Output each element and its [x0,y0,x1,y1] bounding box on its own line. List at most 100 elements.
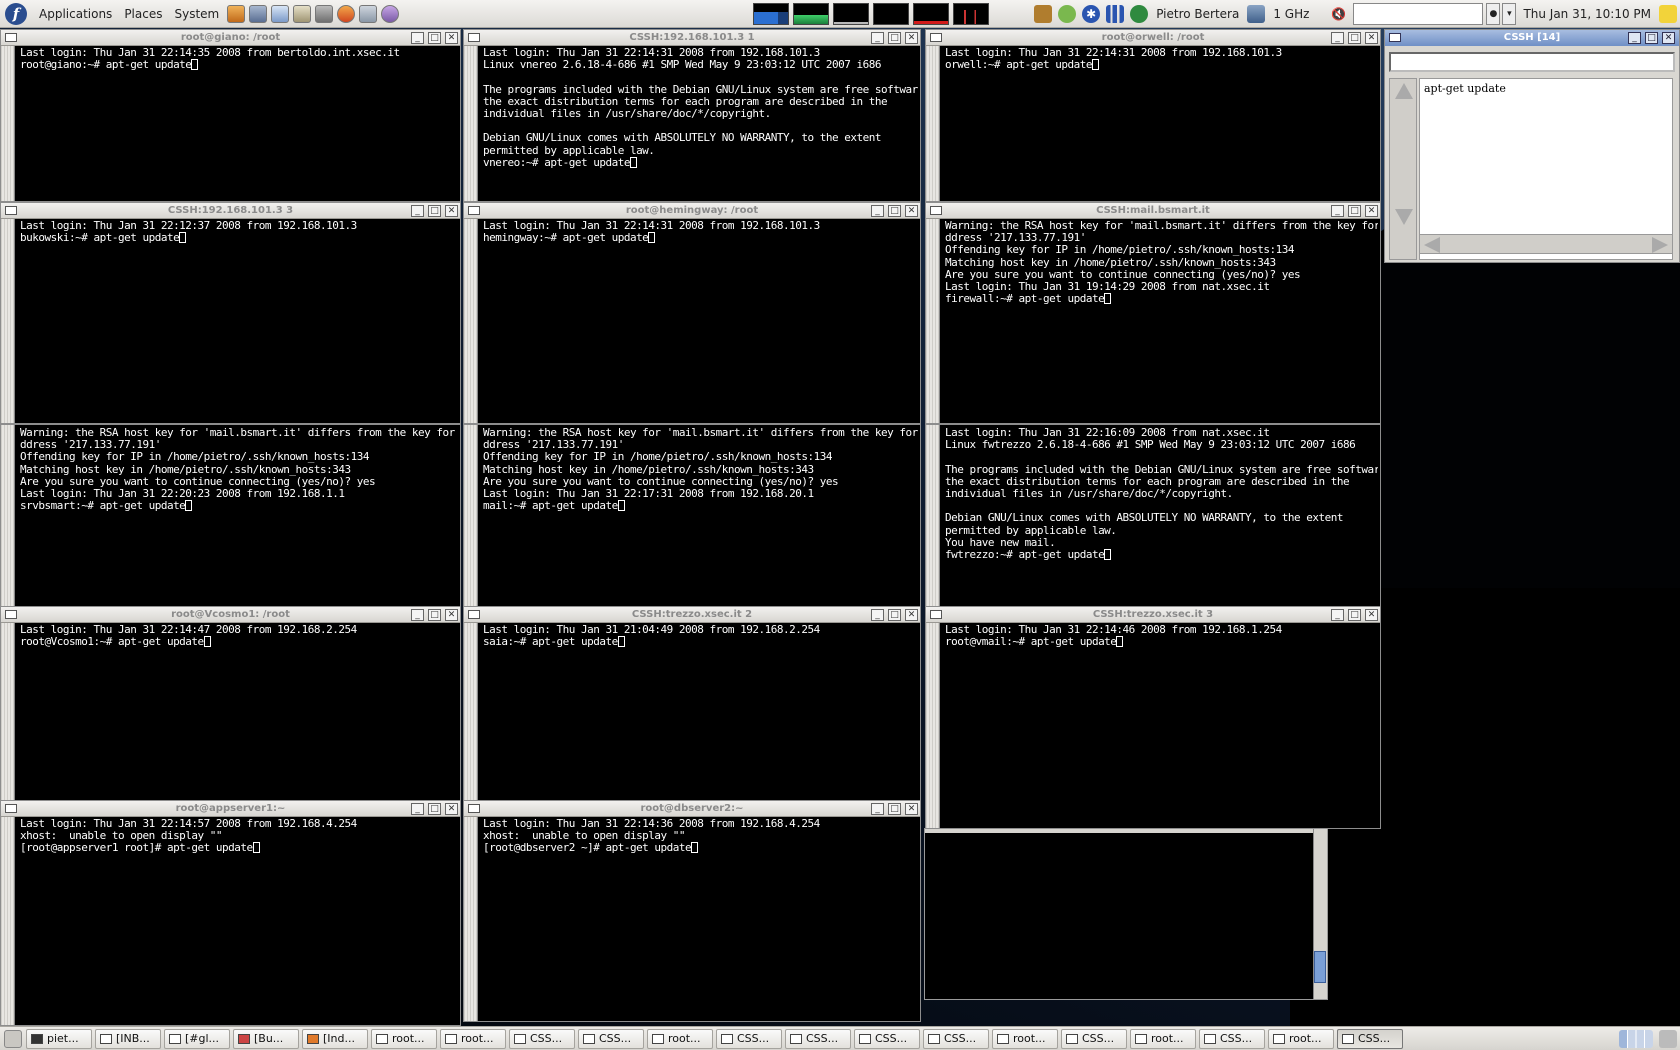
maximize-icon[interactable]: □ [888,32,901,44]
window-menu-icon[interactable] [468,33,480,42]
terminal-window[interactable]: CSSH:trezzo.xsec.it 2 _ □ ✕ Last login: Thu … [463,606,921,801]
close-icon[interactable]: ✕ [1365,609,1378,621]
launcher-pidgin-icon[interactable] [381,4,400,23]
launcher-firefox-icon[interactable] [337,4,356,23]
terminal-titlebar[interactable]: CSSH:trezzo.xsec.it 3 _ □ ✕ [926,607,1380,623]
taskbar-button[interactable]: root... [992,1028,1058,1049]
network-monitor-icon[interactable] [833,2,870,25]
terminal-scrollbar[interactable] [926,623,940,828]
window-menu-icon[interactable] [468,206,480,215]
close-icon[interactable]: ✕ [1365,32,1378,44]
terminal-titlebar[interactable]: root@orwell: /root _ □ ✕ [926,30,1380,46]
terminal-scrollbar[interactable] [464,219,478,423]
clock[interactable]: Thu Jan 31, 10:10 PM [1523,7,1651,21]
window-menu-icon[interactable] [1389,33,1401,42]
window-menu-icon[interactable] [930,33,942,42]
close-icon[interactable]: ✕ [445,32,458,44]
terminal-output[interactable]: Warning: the RSA host key for 'mail.bsma… [945,220,1378,423]
terminal-titlebar[interactable]: root@dbserver2:~ _ □ ✕ [464,801,920,817]
memory-monitor-icon[interactable] [793,2,830,25]
volume-icon[interactable]: 🔇 [1329,5,1347,23]
terminal-scrollbar[interactable] [926,219,940,423]
cpu-frequency-icon[interactable] [1247,4,1266,23]
terminal-titlebar[interactable]: root@appserver1:~ _ □ ✕ [1,801,460,817]
terminal-titlebar[interactable]: CSSH:mail.bsmart.it _ □ ✕ [926,203,1380,219]
taskbar-button[interactable]: CSS... [923,1028,989,1049]
close-icon[interactable]: ✕ [445,205,458,217]
maximize-icon[interactable]: □ [428,803,441,815]
taskbar-button[interactable]: CSS... [854,1028,920,1049]
cssh-horizontal-scrollbar[interactable] [1419,234,1673,254]
network-manager-icon[interactable] [1058,4,1077,23]
workspace-switcher[interactable] [1619,1029,1653,1048]
terminal-scrollbar[interactable] [1,46,15,201]
terminal-titlebar[interactable]: CSSH:192.168.101.3 3 _ □ ✕ [1,203,460,219]
taskbar-button[interactable]: CSS... [785,1028,851,1049]
terminal-window[interactable]: root@hemingway: /root _ □ ✕ Last login: Thu … [463,202,921,424]
terminal-output[interactable]: Last login: Thu Jan 31 22:14:35 2008 fro… [20,47,458,201]
minimize-icon[interactable]: _ [411,205,424,217]
close-icon[interactable]: ✕ [1365,205,1378,217]
taskbar-button[interactable]: root... [371,1028,437,1049]
terminal-output[interactable]: Last login: Thu Jan 31 22:14:46 2008 fro… [945,624,1378,828]
window-menu-icon[interactable] [930,206,942,215]
terminal-window[interactable]: CSSH:trezzo.xsec.it 3 _ □ ✕ Last login: Thu … [925,606,1381,829]
terminal-window[interactable]: root@dbserver2:~ _ □ ✕ Last login: Thu Jan 3… [463,800,921,1022]
window-menu-icon[interactable] [5,206,17,215]
terminal-output[interactable]: Last login: Thu Jan 31 22:14:31 2008 fro… [483,47,918,201]
terminal-titlebar[interactable]: root@giano: /root _ □ ✕ [1,30,460,46]
terminal-window[interactable]: root@giano: /root _ □ ✕ Last login: Thu Jan … [0,29,461,202]
user-status-icon[interactable] [1130,4,1149,23]
taskbar-button[interactable]: CSS... [716,1028,782,1049]
system-menu[interactable]: System [168,7,225,21]
taskbar-button[interactable]: [#gl... [164,1028,230,1049]
minimize-icon[interactable]: _ [411,32,424,44]
minimize-icon[interactable]: _ [871,803,884,815]
launcher-terminal-icon[interactable] [315,4,334,23]
taskbar-button[interactable]: CSS... [1199,1028,1265,1049]
scrollbar-thumb[interactable] [1314,951,1326,983]
minimize-icon[interactable]: _ [411,609,424,621]
minimize-icon[interactable]: _ [1331,609,1344,621]
user-name[interactable]: Pietro Bertera [1156,7,1239,21]
swap-monitor-icon[interactable] [873,2,910,25]
terminal-scrollbar[interactable] [1,219,15,423]
terminal-scrollbar[interactable] [926,46,940,201]
taskbar-button[interactable]: CSS... [1337,1028,1403,1049]
taskbar-button[interactable]: [Bu... [233,1028,299,1049]
taskbar-button[interactable]: [Ind... [302,1028,368,1049]
record-button[interactable]: ● [1486,2,1501,25]
launcher-editor-icon[interactable] [359,4,378,23]
dropdown-arrow-icon[interactable]: ▾ [1502,2,1517,25]
package-updater-icon[interactable] [1034,4,1053,23]
minimize-icon[interactable]: _ [1331,205,1344,217]
scroll-right-arrow-icon[interactable] [1652,237,1668,253]
minimize-icon[interactable]: _ [871,205,884,217]
launcher-computer-icon[interactable] [249,4,268,23]
close-icon[interactable]: ✕ [445,609,458,621]
notes-icon[interactable] [1659,4,1677,23]
launcher-applications-icon[interactable] [227,4,246,23]
close-icon[interactable]: ✕ [1662,32,1675,44]
minimize-icon[interactable]: _ [871,609,884,621]
terminal-window[interactable]: Warning: the RSA host key for 'mail.bsma… [0,424,461,608]
maximize-icon[interactable]: □ [1645,32,1658,44]
terminal-window[interactable]: CSSH:192.168.101.3 3 _ □ ✕ Last login: Thu J… [0,202,461,424]
terminal-window[interactable]: root@Vcosmo1: /root _ □ ✕ Last login: Thu Ja… [0,606,461,801]
window-menu-icon[interactable] [930,610,942,619]
terminal-window[interactable]: Warning: the RSA host key for 'mail.bsma… [463,424,921,608]
window-menu-icon[interactable] [5,804,17,813]
cssh-history-text[interactable]: apt-get update [1419,78,1673,260]
terminal-scrollbar[interactable] [464,623,478,800]
places-menu[interactable]: Places [118,7,168,21]
window-menu-icon[interactable] [5,610,17,619]
taskbar-button[interactable]: root... [440,1028,506,1049]
taskbar-button[interactable]: root... [647,1028,713,1049]
close-icon[interactable]: ✕ [905,609,918,621]
maximize-icon[interactable]: □ [888,803,901,815]
load-monitor-icon[interactable] [913,2,950,25]
cpu-monitor-icon[interactable] [753,2,790,25]
maximize-icon[interactable]: □ [1348,609,1361,621]
maximize-icon[interactable]: □ [428,205,441,217]
close-icon[interactable]: ✕ [905,32,918,44]
